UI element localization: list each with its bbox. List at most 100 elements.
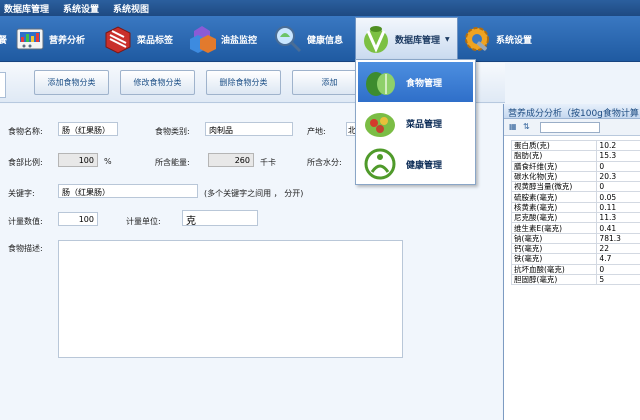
nutrition-table: 蛋白质(克) 10.2 脂肪(克) 15.3 膳食纤维(克) 0 碳水化物(克) 20.3 视黄…: [510, 139, 640, 286]
ribbon-system-settings[interactable]: 系统设置: [461, 16, 532, 62]
nutrient-name: 钠(毫克): [510, 232, 598, 244]
origin-label: 产地:: [307, 127, 326, 136]
table-row[interactable]: 铁(毫克) 4.7: [510, 253, 640, 265]
edible-ratio-unit: %: [104, 157, 112, 166]
ribbon-toolbar: 餐 营养分析 菜品标签 油盐监控 健康信息 数据库管理 ▼ 系统设置: [0, 16, 640, 62]
nutrition-panel-toolbar: ▦ ⇅: [504, 119, 640, 136]
table-row[interactable]: 尼克酸(毫克) 11.3: [510, 212, 640, 224]
nutrient-value: 22: [596, 242, 640, 255]
add-food-category-button[interactable]: 添加食物分类: [34, 70, 109, 95]
table-row[interactable]: 视黄醇当量(微克) 0: [510, 181, 640, 193]
menu-bar: 数据库管理 系统设置 系统视图: [0, 0, 640, 16]
nutrient-name: 核黄素(毫克): [510, 201, 598, 214]
table-row[interactable]: 维生素E(毫克) 0.41: [510, 222, 640, 234]
energy-label: 所含能量:: [155, 158, 190, 167]
table-row[interactable]: 钠(毫克) 781.3: [510, 232, 640, 244]
description-textarea[interactable]: [58, 240, 403, 358]
ribbon-health-info-label: 健康信息: [307, 35, 344, 46]
table-row[interactable]: 钙(毫克) 22: [510, 242, 640, 255]
food-name-label: 食物名称:: [8, 127, 43, 136]
chevron-down-icon: ▼: [445, 35, 450, 43]
food-category-field[interactable]: 肉制品: [205, 122, 293, 136]
ribbon-health-info[interactable]: 健康信息: [272, 16, 343, 62]
panel-toggle[interactable]: [0, 72, 6, 98]
nutrient-value: 0: [596, 160, 640, 172]
nutrient-name: 钙(毫克): [510, 242, 598, 255]
measure-value-field[interactable]: 100: [58, 212, 98, 226]
ribbon-database-manage-label: 数据库管理: [395, 35, 441, 46]
measure-unit-field[interactable]: 克: [182, 210, 258, 226]
nutrient-value: 15.3: [596, 150, 640, 162]
measure-unit-label: 计量单位:: [126, 217, 161, 226]
table-row[interactable]: 脂肪(克) 15.3: [510, 150, 640, 162]
ribbon-dish-label[interactable]: 菜品标签: [102, 16, 173, 62]
nutrient-value: 0.05: [596, 191, 640, 203]
nutrient-value: 0.11: [596, 201, 640, 214]
nutrition-search-input[interactable]: [540, 122, 600, 133]
ribbon-oil-salt-monitor-label: 油盐监控: [221, 35, 258, 46]
nutrient-name: 铁(毫克): [510, 253, 598, 265]
nutrient-value: 0: [596, 181, 640, 193]
water-label: 所含水分:: [307, 158, 342, 167]
menu-database[interactable]: 数据库管理: [4, 2, 49, 15]
edible-ratio-field[interactable]: 100: [58, 153, 98, 167]
nutrient-name: 胆固醇(毫克): [510, 273, 598, 286]
sort-grid-icon[interactable]: ▦: [509, 122, 517, 131]
menu-view[interactable]: 系统视图: [113, 2, 149, 15]
table-row[interactable]: 碳水化物(克) 20.3: [510, 170, 640, 183]
dropdown-item-dish-manage[interactable]: 菜品管理: [358, 103, 473, 143]
energy-field[interactable]: 260: [208, 153, 254, 167]
ribbon-meal-label: 餐: [0, 35, 8, 46]
keyword-field[interactable]: 肠（红果肠）: [58, 184, 198, 198]
nutrition-analysis-icon: [16, 28, 44, 50]
nutrient-name: 蛋白质(克): [510, 139, 598, 152]
ribbon-database-manage[interactable]: 数据库管理 ▼: [355, 17, 458, 61]
ribbon-nutrition-analysis-label: 营养分析: [49, 35, 86, 46]
nutrient-name: 膳食纤维(克): [510, 160, 598, 172]
database-manage-dropdown: 食物管理 菜品管理 健康管理: [355, 59, 476, 185]
keyword-label: 关键字:: [8, 189, 35, 198]
nutrient-name: 视黄醇当量(微克): [510, 181, 598, 193]
food-category-label: 食物类别:: [155, 127, 190, 136]
table-row[interactable]: 硫胺素(毫克) 0.05: [510, 191, 640, 203]
nutrient-name: 抗坏血酸(毫克): [510, 263, 598, 275]
nutrition-panel: 营养成分分析（按100g食物计算 ▦ ⇅ 蛋白质(克) 10.2 脂肪(克) 15.3…: [503, 104, 640, 420]
dropdown-item-food-manage-label: 食物管理: [406, 78, 443, 89]
energy-unit: 千卡: [260, 158, 276, 167]
vegetable-icon: [366, 72, 395, 96]
sort-az-icon[interactable]: ⇅: [523, 122, 530, 131]
nutrient-value: 20.3: [596, 170, 640, 183]
nutrient-value: 781.3: [596, 232, 640, 244]
measure-value-label: 计量数值:: [8, 217, 43, 226]
ribbon-nutrition-analysis[interactable]: 营养分析: [14, 16, 85, 62]
table-row[interactable]: 膳食纤维(克) 0: [510, 160, 640, 172]
menu-settings[interactable]: 系统设置: [63, 2, 99, 15]
nutrient-name: 碳水化物(克): [510, 170, 598, 183]
nutrition-panel-title: 营养成分分析（按100g食物计算: [504, 104, 640, 119]
dropdown-item-health-manage[interactable]: 健康管理: [358, 144, 473, 184]
nutrient-name: 硫胺素(毫克): [510, 191, 598, 203]
health-info-icon: [275, 26, 302, 53]
dropdown-item-food-manage[interactable]: 食物管理: [358, 62, 473, 102]
ribbon-oil-salt-monitor[interactable]: 油盐监控: [186, 16, 257, 62]
table-row[interactable]: 胆固醇(毫克) 5: [510, 273, 640, 286]
nutrient-value: 5: [596, 273, 640, 286]
food-name-field[interactable]: 肠（红果肠）: [58, 122, 118, 136]
edit-food-category-button[interactable]: 修改食物分类: [120, 70, 195, 95]
dropdown-item-dish-manage-label: 菜品管理: [406, 119, 443, 130]
table-row[interactable]: 蛋白质(克) 10.2: [510, 139, 640, 152]
table-row[interactable]: 核黄素(毫克) 0.11: [510, 201, 640, 214]
dropdown-item-health-manage-label: 健康管理: [406, 160, 443, 171]
health-manage-icon: [364, 148, 396, 180]
nutrient-value: 0: [596, 263, 640, 275]
nutrient-value: 11.3: [596, 212, 640, 224]
ribbon-dish-label-label: 菜品标签: [137, 35, 174, 46]
description-label: 食物描述:: [8, 244, 43, 253]
nutrient-value: 0.41: [596, 222, 640, 234]
delete-food-category-button[interactable]: 删除食物分类: [206, 70, 281, 95]
table-row[interactable]: 抗坏血酸(毫克) 0: [510, 263, 640, 275]
edible-ratio-label: 食部比例:: [8, 158, 43, 167]
ribbon-meal[interactable]: 餐: [0, 16, 7, 62]
nutrient-value: 4.7: [596, 253, 640, 265]
database-manage-icon: [364, 26, 388, 53]
